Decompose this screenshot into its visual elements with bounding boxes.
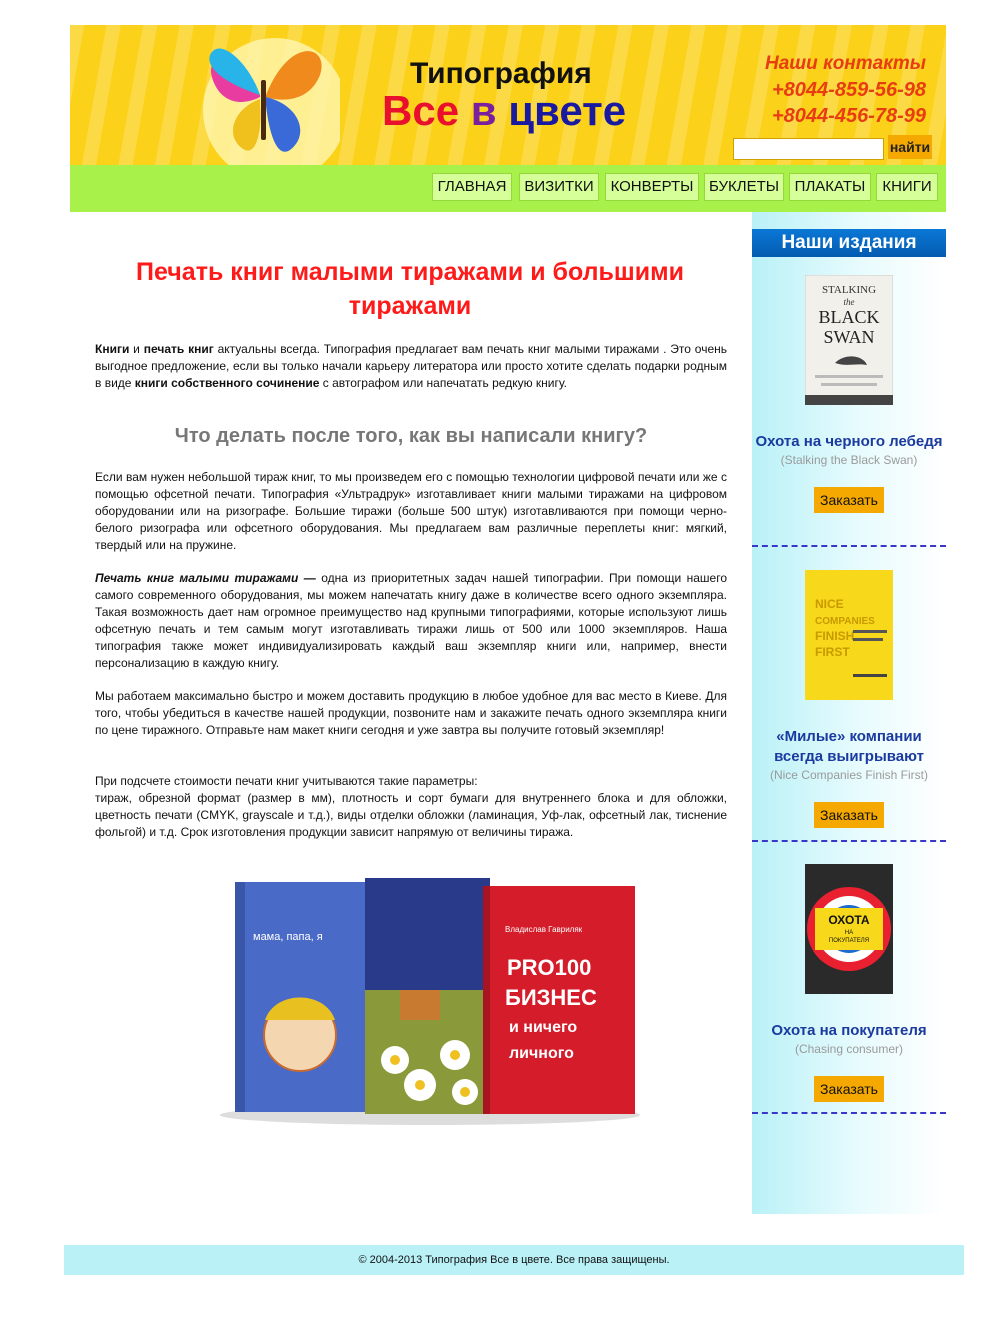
book3-title-l4: личного: [509, 1045, 574, 1062]
nav-item-main[interactable]: ГЛАВНАЯ: [432, 173, 512, 201]
site-title-line2: Все в цвете: [382, 87, 626, 135]
nav-item-books[interactable]: КНИГИ: [876, 173, 938, 201]
intro-bold-printing: печать книг: [143, 342, 214, 356]
search-button[interactable]: найти: [888, 135, 932, 159]
sidebar-divider-3: [752, 1112, 946, 1114]
books-photo: мама, папа, я Владислав Гавриляк PRO100 …: [220, 878, 640, 1125]
sidebar-heading: Наши издания: [752, 229, 946, 257]
book3-title-l1: PRO100: [507, 955, 591, 980]
black-swan-cover[interactable]: STALKING the BLACK SWAN: [804, 274, 894, 406]
nav-item-posters[interactable]: ПЛАКАТЫ: [789, 173, 871, 201]
title-word-all: Все: [382, 87, 460, 134]
butterfly-logo-icon: [203, 38, 340, 165]
phone-1[interactable]: +8044-859-56-98: [765, 77, 926, 103]
cover2-l3: FINISH: [815, 629, 854, 643]
paragraph-3-text: одна из приоритетных задач нашей типогра…: [95, 571, 727, 670]
cover3-l1: ОХОТА: [828, 913, 869, 927]
nav-item-business-cards[interactable]: ВИЗИТКИ: [519, 173, 599, 201]
book3-author: Владислав Гавриляк: [505, 925, 583, 934]
main-nav: ГЛАВНАЯ ВИЗИТКИ КОНВЕРТЫ БУКЛЕТЫ ПЛАКАТЫ…: [70, 165, 946, 212]
order-button-book-1[interactable]: Заказать: [814, 487, 884, 513]
sidebar-book-3: ОХОТА НА ПОКУПАТЕЛЯ Охота на покупателя …: [752, 864, 946, 1102]
cover1-l1: STALKING: [822, 284, 876, 296]
book-1-original-title: (Stalking the Black Swan): [780, 453, 918, 467]
paragraph-5: При подсчете стоимости печати книг учиты…: [95, 773, 727, 841]
sidebar-divider-2: [752, 840, 946, 842]
sidebar-book-2: NICE COMPANIES FINISH FIRST «Милые» комп…: [752, 570, 946, 828]
sidebar-book-1: STALKING the BLACK SWAN Охота на черного…: [752, 274, 946, 513]
intro-text-3: с автографом или напечатать редкую книгу…: [319, 376, 568, 390]
title-word-v: в: [470, 87, 497, 134]
nav-item-booklets[interactable]: БУКЛЕТЫ: [704, 173, 784, 201]
site-footer: © 2004-2013 Типография Все в цвете. Все …: [64, 1245, 964, 1275]
paragraph-5-params: тираж, обрезной формат (размер в мм), пл…: [95, 791, 727, 839]
paragraph-4: Мы работаем максимально быстро и можем д…: [95, 689, 727, 737]
book-2-original-title: (Nice Companies Finish First): [769, 768, 929, 782]
book-3-original-title: (Chasing consumer): [794, 1042, 904, 1056]
cover3-l2: НА: [845, 930, 853, 936]
contacts-label: Наши контакты: [765, 53, 926, 74]
cover2-l1: NICE: [815, 597, 844, 611]
site-title-line1: Типография: [410, 57, 592, 90]
nav-item-envelopes[interactable]: КОНВЕРТЫ: [605, 173, 699, 201]
search-input[interactable]: [733, 138, 884, 160]
chasing-consumer-cover[interactable]: ОХОТА НА ПОКУПАТЕЛЯ: [805, 864, 893, 994]
section-subheading: Что делать после того, как вы написали к…: [174, 425, 648, 447]
title-word-color: цвете: [508, 87, 627, 134]
paragraph-3: Печать книг малыми тиражами — одна из пр…: [95, 570, 727, 672]
book-2-title[interactable]: «Милые» компании всегда выигрывают: [752, 727, 946, 767]
order-button-book-2[interactable]: Заказать: [814, 802, 884, 828]
book3-title-l2: БИЗНЕС: [505, 985, 597, 1010]
paragraph-3-emphasis: Печать книг малыми тиражами —: [95, 571, 316, 585]
contacts-block: Наши контакты +8044-859-56-98 +8044-456-…: [765, 51, 926, 129]
cover2-l2: COMPANIES: [815, 616, 875, 627]
cover3-l3: ПОКУПАТЕЛЯ: [829, 938, 869, 944]
book-3-title[interactable]: Охота на покупателя: [752, 1021, 946, 1041]
intro-bold-own-book: книги собственного сочинение: [134, 376, 320, 390]
intro-bold-books: Книги: [95, 342, 130, 356]
order-button-book-3[interactable]: Заказать: [814, 1076, 884, 1102]
book1-title: мама, папа, я: [253, 931, 323, 943]
cover1-l3: BLACK: [818, 307, 879, 327]
book3-title-l3: и ничего: [509, 1019, 577, 1036]
sidebar-divider-1: [752, 545, 946, 547]
intro-paragraph: Книги и печать книг актуальны всегда. Ти…: [95, 341, 727, 392]
cover1-l2: the: [844, 297, 855, 307]
cover2-l4: FIRST: [815, 645, 850, 659]
paragraph-5-intro: При подсчете стоимости печати книг учиты…: [95, 774, 478, 788]
intro-text-1: и: [129, 342, 144, 356]
book-1-title[interactable]: Охота на черного лебедя: [752, 432, 946, 452]
page-title: Печать книг малыми тиражами и большими т…: [136, 258, 684, 320]
nice-companies-cover[interactable]: NICE COMPANIES FINISH FIRST: [805, 570, 893, 700]
phone-2[interactable]: +8044-456-78-99: [765, 103, 926, 129]
site-header: Типография Все в цвете Наши контакты +80…: [70, 25, 946, 165]
cover1-l4: SWAN: [823, 327, 874, 347]
paragraph-2: Если вам нужен небольшой тираж книг, то …: [95, 470, 727, 552]
